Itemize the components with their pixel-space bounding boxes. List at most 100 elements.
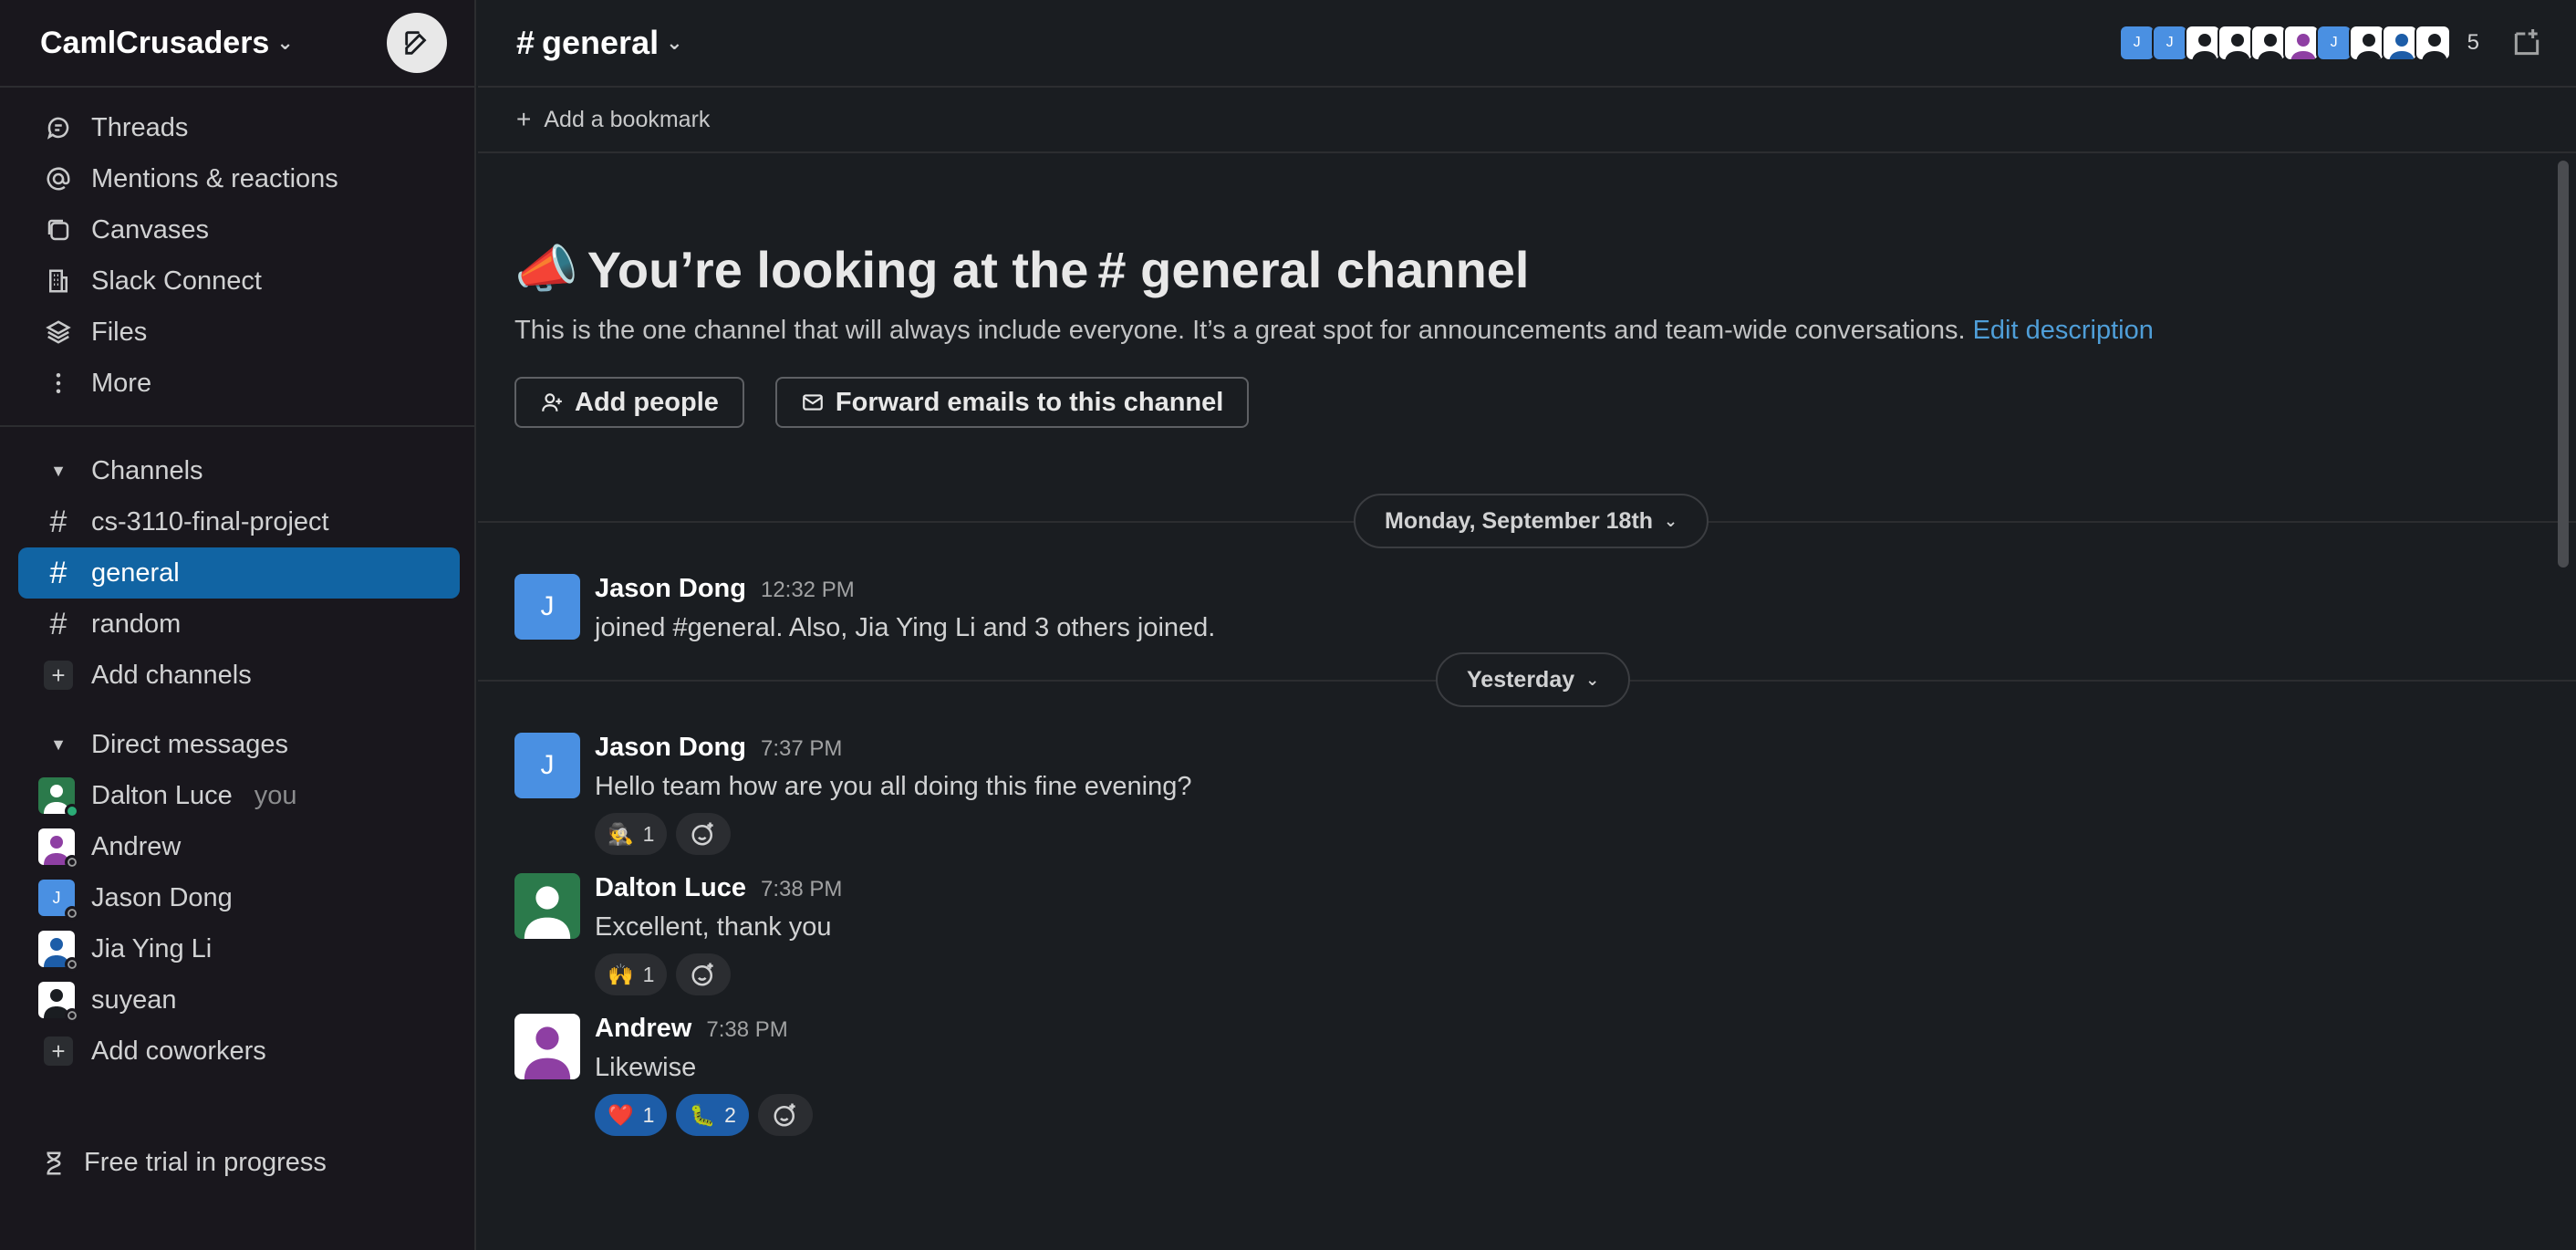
add-channels-button[interactable]: + Add channels <box>0 650 474 701</box>
reaction-pill[interactable]: 🕵 1 <box>595 813 668 855</box>
avatar <box>2217 25 2254 61</box>
message-author[interactable]: Dalton Luce <box>595 873 746 903</box>
avatar <box>2381 25 2418 61</box>
message[interactable]: Dalton Luce 7:38 PM Excellent, thank you… <box>478 873 2576 995</box>
message[interactable]: J Jason Dong 7:37 PM Hello team how are … <box>478 733 2576 855</box>
message-author[interactable]: Andrew <box>595 1014 691 1044</box>
avatar <box>2249 25 2287 61</box>
canvas-icon[interactable] <box>2508 25 2545 61</box>
status-online-icon <box>65 804 79 818</box>
edit-description-link[interactable]: Edit description <box>1973 316 2154 345</box>
channels-section-toggle[interactable]: ▼ Channels <box>0 445 474 496</box>
avatar <box>2184 25 2221 61</box>
channel-name: cs-3110-final-project <box>91 506 329 536</box>
sidebar-item-slack-connect[interactable]: Slack Connect <box>0 255 474 307</box>
status-away-icon <box>65 1008 79 1023</box>
channels-section-label: Channels <box>91 455 203 485</box>
avatar[interactable]: J <box>514 574 580 640</box>
reaction-count: 1 <box>642 821 655 846</box>
sidebar-item-label: Canvases <box>91 214 209 245</box>
avatar[interactable] <box>514 873 580 939</box>
dm-name: Andrew <box>91 831 182 861</box>
caret-down-icon: ▼ <box>50 461 67 480</box>
reaction-emoji: 🙌 <box>608 962 634 986</box>
chevron-down-icon: ⌄ <box>276 31 294 54</box>
chevron-down-icon: ⌄ <box>666 31 683 54</box>
sidebar-dm-item[interactable]: Dalton Luce you <box>0 770 474 821</box>
date-divider: Yesterday ⌄ <box>478 652 2576 707</box>
avatar <box>2348 25 2385 61</box>
reaction-emoji: 🕵 <box>608 821 634 846</box>
add-channels-label: Add channels <box>91 660 252 690</box>
add-person-icon <box>542 393 562 411</box>
threads-icon <box>42 114 75 141</box>
sidebar-dm-item[interactable]: suyean <box>0 974 474 1026</box>
compose-button[interactable] <box>387 13 447 73</box>
intro-actions: Add people Forward emails to this channe… <box>514 377 2576 428</box>
free-trial-status[interactable]: Free trial in progress <box>40 1148 327 1178</box>
member-avatars-button[interactable]: J J J <box>2118 25 2451 61</box>
message-timestamp[interactable]: 7:37 PM <box>761 736 842 762</box>
channel-name: random <box>91 609 182 639</box>
message-timestamp[interactable]: 7:38 PM <box>706 1017 787 1043</box>
sidebar-dm-item[interactable]: Jia Ying Li <box>0 923 474 974</box>
sidebar-item-canvases[interactable]: Canvases <box>0 204 474 255</box>
avatar: J <box>38 880 79 921</box>
sidebar-item-files[interactable]: Files <box>0 307 474 358</box>
status-away-icon <box>65 957 79 972</box>
sidebar-item-channel[interactable]: # cs-3110-final-project <box>0 496 474 547</box>
message-author[interactable]: Jason Dong <box>595 733 746 763</box>
date-label: Monday, September 18th <box>1385 507 1654 534</box>
sidebar-item-channel[interactable]: # random <box>0 599 474 650</box>
sidebar-dm-item[interactable]: J Jason Dong <box>0 872 474 923</box>
avatar[interactable]: J <box>514 733 580 798</box>
message[interactable]: J Jason Dong 12:32 PM joined #general. A… <box>478 574 2576 643</box>
sidebar-item-channel-active[interactable]: # general <box>18 547 460 599</box>
add-reaction-button[interactable] <box>676 813 732 855</box>
sidebar-item-more[interactable]: More <box>0 358 474 409</box>
add-reaction-button[interactable] <box>676 953 732 995</box>
compose-icon <box>405 31 427 55</box>
reaction-pill[interactable]: 🙌 1 <box>595 953 668 995</box>
add-reaction-icon <box>691 822 714 846</box>
hash-icon: # <box>49 555 68 590</box>
header-actions: J J J 5 <box>2118 25 2545 61</box>
sidebar-item-threads[interactable]: Threads <box>0 102 474 153</box>
avatar <box>38 777 79 818</box>
reactions: 🙌 1 <box>595 953 842 995</box>
add-bookmark-button[interactable]: + Add a bookmark <box>478 88 2576 153</box>
avatar[interactable] <box>514 1014 580 1079</box>
add-people-button[interactable]: Add people <box>514 377 744 428</box>
dms-section-toggle[interactable]: ▼ Direct messages <box>0 719 474 770</box>
reaction-count: 1 <box>642 1102 655 1127</box>
forward-emails-button[interactable]: Forward emails to this channel <box>774 377 1250 428</box>
hash-icon: # <box>49 504 68 539</box>
message-author[interactable]: Jason Dong <box>595 574 746 604</box>
add-coworkers-label: Add coworkers <box>91 1036 266 1066</box>
message-timestamp[interactable]: 7:38 PM <box>761 877 842 902</box>
megaphone-icon: 📣 <box>514 240 578 297</box>
date-label: Yesterday <box>1467 666 1575 693</box>
date-jump-button[interactable]: Monday, September 18th ⌄ <box>1354 494 1709 548</box>
sidebar-item-mentions[interactable]: Mentions & reactions <box>0 153 474 204</box>
add-coworkers-button[interactable]: + Add coworkers <box>0 1026 474 1077</box>
message-text: Excellent, thank you <box>595 912 832 942</box>
message[interactable]: Andrew 7:38 PM Likewise ❤️ 1 🐛 2 <box>478 1014 2576 1136</box>
sidebar-dm-item[interactable]: Andrew <box>0 821 474 872</box>
date-jump-button[interactable]: Yesterday ⌄ <box>1436 652 1631 707</box>
workspace-switcher[interactable]: CamlCrusaders ⌄ <box>40 26 294 61</box>
building-icon <box>42 267 75 295</box>
add-reaction-button[interactable] <box>757 1094 813 1136</box>
reaction-pill[interactable]: 🐛 2 <box>676 1094 749 1136</box>
reaction-pill[interactable]: ❤️ 1 <box>595 1094 668 1136</box>
channel-title-button[interactable]: # general ⌄ <box>516 24 683 62</box>
message-text: Likewise <box>595 1053 697 1082</box>
scrollbar-thumb[interactable] <box>2558 161 2569 568</box>
avatar <box>38 828 79 870</box>
plus-icon: + <box>44 661 73 690</box>
channel-intro: 📣 You’re looking at the # general channe… <box>478 153 2576 428</box>
message-timestamp[interactable]: 12:32 PM <box>761 578 855 603</box>
message-text: joined #general. Also, Jia Ying Li and 3… <box>595 613 1216 642</box>
avatar: J <box>2151 25 2188 61</box>
status-away-icon <box>65 855 79 870</box>
